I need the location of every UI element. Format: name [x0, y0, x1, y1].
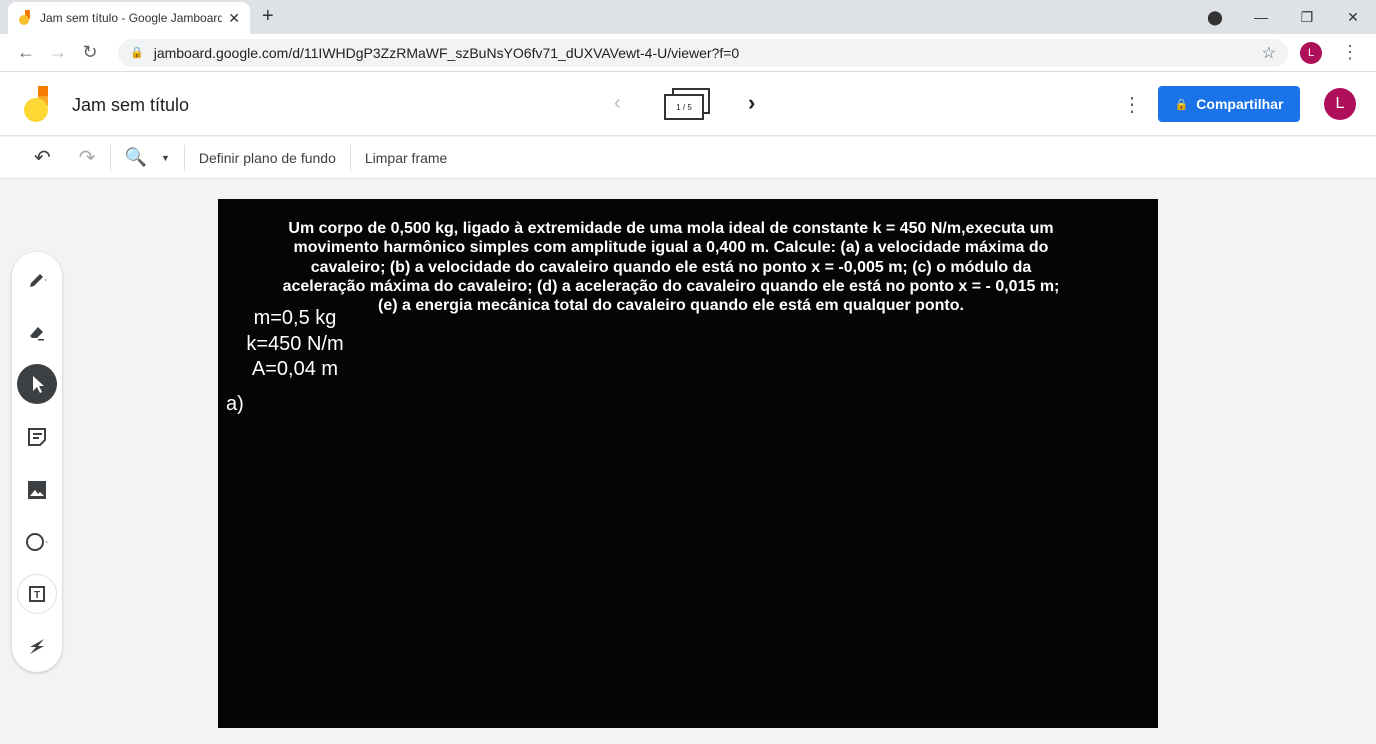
url-text: jamboard.google.com/d/11IWHDgP3ZzRMaWF_s… [153, 44, 740, 61]
jam-canvas[interactable]: Um corpo de 0,500 kg, ligado à extremida… [218, 199, 1158, 728]
undo-icon[interactable]: ↶ [0, 145, 65, 170]
share-label: Compartilhar [1196, 96, 1284, 112]
browser-tab-bar: Jam sem título - Google Jamboard ✕ + ⬤ —… [0, 0, 1376, 34]
question-text: Um corpo de 0,500 kg, ligado à extremida… [282, 220, 1060, 315]
close-window-icon[interactable]: ✕ [1330, 9, 1376, 26]
svg-text:T: T [34, 590, 40, 601]
jam-title[interactable]: Jam sem título [72, 95, 189, 116]
url-input[interactable]: 🔒 jamboard.google.com/d/11IWHDgP3ZzRMaWF… [118, 38, 1288, 67]
given-amplitude: A=0,04 m [251, 358, 339, 380]
browser-menu-icon[interactable]: ⋮ [1334, 42, 1366, 63]
edit-toolbar: ↶ ↷ 🔍 ▼ Definir plano de fundo Limpar fra… [0, 137, 1376, 179]
tab-title: Jam sem título - Google Jamboard [40, 11, 223, 25]
next-frame-icon[interactable]: › [748, 90, 755, 116]
zoom-button[interactable]: 🔍 ▼ [111, 147, 184, 168]
account-avatar[interactable]: L [1324, 88, 1356, 120]
laser-icon[interactable] [17, 626, 57, 666]
given-spring-constant: k=450 N/m [246, 333, 344, 355]
share-button[interactable]: 🔒 Compartilhar [1158, 86, 1300, 122]
frame-bar-toggle[interactable]: 1 / 5 [664, 88, 712, 122]
lock-icon: 🔒 [130, 47, 144, 59]
part-a-label: a) [226, 393, 244, 415]
set-background-button[interactable]: Definir plano de fundo [185, 150, 350, 166]
more-options-icon[interactable]: ⋮ [1122, 92, 1142, 117]
image-icon[interactable] [17, 470, 57, 510]
circle-shape-icon[interactable] [17, 522, 57, 562]
restore-icon[interactable]: ❐ [1284, 9, 1330, 26]
redo-icon[interactable]: ↷ [65, 145, 110, 170]
text-box-icon[interactable]: T [17, 574, 57, 614]
back-icon[interactable]: ← [10, 42, 42, 63]
previous-frame-icon[interactable]: ‹ [614, 92, 621, 115]
browser-tab[interactable]: Jam sem título - Google Jamboard ✕ [8, 2, 250, 34]
profile-menu-icon[interactable]: ⬤ [1192, 9, 1238, 26]
clear-frame-button[interactable]: Limpar frame [351, 150, 461, 166]
jamboard-favicon-icon [18, 10, 32, 26]
forward-icon[interactable]: → [42, 42, 74, 63]
select-pointer-icon[interactable] [17, 364, 57, 404]
chevron-down-icon: ▼ [160, 152, 170, 163]
given-mass: m=0,5 kg [253, 307, 337, 329]
bookmark-star-icon[interactable]: ☆ [1262, 43, 1276, 63]
browser-profile-avatar[interactable]: L [1300, 41, 1322, 64]
tool-sidebar: T [12, 252, 62, 672]
frame-indicator: 1 / 5 [664, 94, 704, 120]
reload-icon[interactable]: ↻ [74, 42, 106, 63]
app-header: Jam sem título ‹ 1 / 5 › ⋮ 🔒 Compartilhar… [0, 72, 1376, 136]
eraser-icon[interactable] [17, 312, 57, 352]
close-tab-icon[interactable]: ✕ [228, 10, 240, 27]
sticky-note-icon[interactable] [17, 417, 57, 457]
address-bar: ← → ↻ 🔒 jamboard.google.com/d/11IWHDgP3Z… [0, 34, 1376, 72]
jamboard-logo-icon [24, 86, 50, 122]
new-tab-icon[interactable]: + [262, 5, 274, 28]
lock-icon: 🔒 [1174, 98, 1189, 111]
zoom-in-icon: 🔍 [124, 147, 147, 167]
pen-icon[interactable] [17, 260, 57, 300]
minimize-icon[interactable]: — [1238, 9, 1284, 25]
